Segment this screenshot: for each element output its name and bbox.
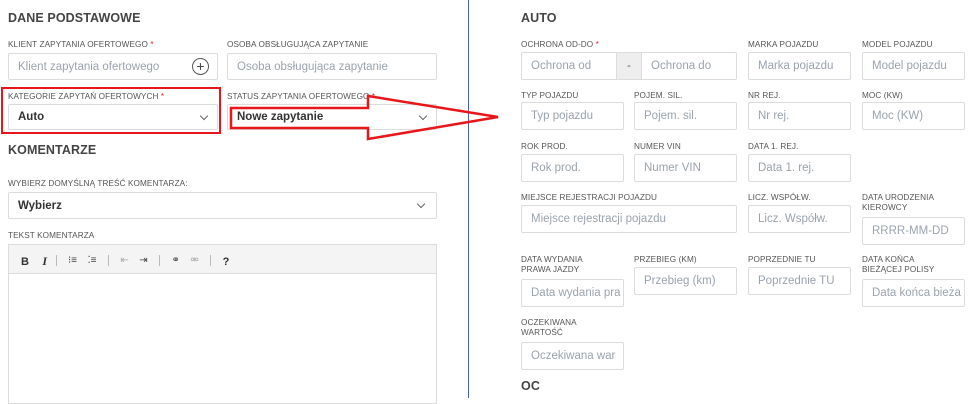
policy-end-label: DATA KOŃCA BIEŻĄCEJ POLISY xyxy=(862,255,935,274)
reg-place-input[interactable]: Miejsce rejestracji pojazdu xyxy=(521,205,737,233)
year-input[interactable]: Rok prod. xyxy=(521,154,624,182)
comment-editor[interactable]: B I ⁝≡ ⁚≡ ⇤ ⇥ ⚭ ⚮ ? xyxy=(8,244,437,404)
reg-input[interactable]: Nr rej. xyxy=(748,102,851,130)
ordered-list-icon[interactable]: ⁝≡ xyxy=(68,255,77,266)
client-input-placeholder: Klient zapytania ofertowego xyxy=(18,60,160,73)
capacity-label: POJEM. SIL. xyxy=(634,91,683,100)
bold-button[interactable]: B xyxy=(21,256,29,268)
chevron-down-icon xyxy=(416,199,426,209)
driver-birth-label: DATA URODZENIA KIEROWCY xyxy=(862,193,935,212)
mileage-label: PRZEBIEG (KM) xyxy=(634,255,697,264)
owners-label: LICZ. WSPÓŁW. xyxy=(748,193,811,202)
type-label: TYP POJAZDU xyxy=(521,91,579,100)
default-comment-label: WYBIERZ DOMYŚLNĄ TREŚĆ KOMENTARZA: xyxy=(8,179,188,188)
year-label: ROK PROD. xyxy=(521,142,568,151)
capacity-input[interactable]: Pojem. sil. xyxy=(634,102,737,130)
vin-label: NUMER VIN xyxy=(634,142,681,151)
handler-input[interactable]: Osoba obsługująca zapytanie xyxy=(227,53,437,80)
model-input[interactable]: Model pojazdu xyxy=(862,52,965,80)
brand-input[interactable]: Marka pojazdu xyxy=(748,52,851,80)
power-input[interactable]: Moc (KW) xyxy=(862,102,965,130)
driver-birth-input[interactable]: RRRR-MM-DD xyxy=(862,217,965,245)
editor-toolbar: B I ⁝≡ ⁚≡ ⇤ ⇥ ⚭ ⚮ ? xyxy=(9,245,436,274)
client-input[interactable]: Klient zapytania ofertowego xyxy=(8,53,218,80)
first-reg-label: DATA 1. REJ. xyxy=(748,142,799,151)
expected-value-label: OCZEKIWANA WARTOŚĆ xyxy=(521,318,577,337)
model-label: MODEL POJAZDU xyxy=(862,40,933,49)
oc-title: OC xyxy=(521,379,540,393)
owners-input[interactable]: Licz. Współw. xyxy=(748,205,851,233)
handler-input-placeholder: Osoba obsługująca zapytanie xyxy=(237,60,388,73)
client-label: KLIENT ZAPYTANIA OFERTOWEGO * xyxy=(8,40,154,49)
handler-label: OSOBA OBSŁUGUJĄCA ZAPYTANIE xyxy=(227,40,369,49)
help-button[interactable]: ? xyxy=(223,256,230,268)
toolbar-divider xyxy=(159,255,161,267)
vin-input[interactable]: Numer VIN xyxy=(634,154,737,182)
toolbar-divider xyxy=(107,255,109,267)
auto-title: AUTO xyxy=(521,11,557,25)
reg-label: NR REJ. xyxy=(748,91,781,100)
type-input[interactable]: Typ pojazdu xyxy=(521,102,624,130)
unlink-icon[interactable]: ⚮ xyxy=(190,255,198,266)
default-comment-select[interactable]: Wybierz xyxy=(8,192,437,219)
protection-label: OCHRONA OD-DO * xyxy=(521,40,599,49)
comment-text-label: TEKST KOMENTARZA xyxy=(8,231,95,240)
category-select-value: Auto xyxy=(18,111,45,123)
protection-to-input[interactable]: Ochrona do xyxy=(642,53,736,79)
comments-title: KOMENTARZE xyxy=(8,143,97,157)
italic-button[interactable]: I xyxy=(42,254,47,269)
range-separator: - xyxy=(616,53,642,79)
expected-value-input[interactable]: Oczekiwana war xyxy=(521,342,624,370)
mileage-input[interactable]: Przebieg (km) xyxy=(634,267,737,295)
reg-place-label: MIEJSCE REJESTRACJI POJAZDU xyxy=(521,193,657,202)
panel-divider xyxy=(468,0,469,398)
basic-data-title: DANE PODSTAWOWE xyxy=(8,11,141,25)
category-select[interactable]: Auto xyxy=(8,104,218,130)
license-date-input[interactable]: Data wydania pra xyxy=(521,279,624,307)
add-client-icon[interactable]: + xyxy=(192,58,209,75)
bullet-list-icon[interactable]: ⁚≡ xyxy=(87,255,96,266)
chevron-down-icon xyxy=(199,111,209,120)
outdent-icon[interactable]: ⇤ xyxy=(120,255,128,266)
protection-from-input[interactable]: Ochrona od xyxy=(522,53,616,79)
first-reg-input[interactable]: Data 1. rej. xyxy=(748,154,851,182)
prev-tu-label: POPRZEDNIE TU xyxy=(748,255,816,264)
license-date-label: DATA WYDANIA PRAWA JAZDY xyxy=(521,255,583,274)
protection-range: Ochrona od - Ochrona do xyxy=(521,52,737,80)
category-label: KATEGORIE ZAPYTAŃ OFERTOWYCH * xyxy=(8,92,165,101)
link-icon[interactable]: ⚭ xyxy=(172,255,180,266)
red-arrow-annotation xyxy=(229,94,499,141)
prev-tu-input[interactable]: Poprzednie TU xyxy=(748,267,851,295)
brand-label: MARKA POJAZDU xyxy=(748,40,819,49)
default-comment-value: Wybierz xyxy=(18,199,62,212)
indent-icon[interactable]: ⇥ xyxy=(139,255,147,266)
power-label: MOC (KW) xyxy=(862,91,903,100)
toolbar-divider xyxy=(210,255,212,267)
policy-end-input[interactable]: Data końca bieża xyxy=(862,279,965,307)
toolbar-divider xyxy=(55,255,57,267)
